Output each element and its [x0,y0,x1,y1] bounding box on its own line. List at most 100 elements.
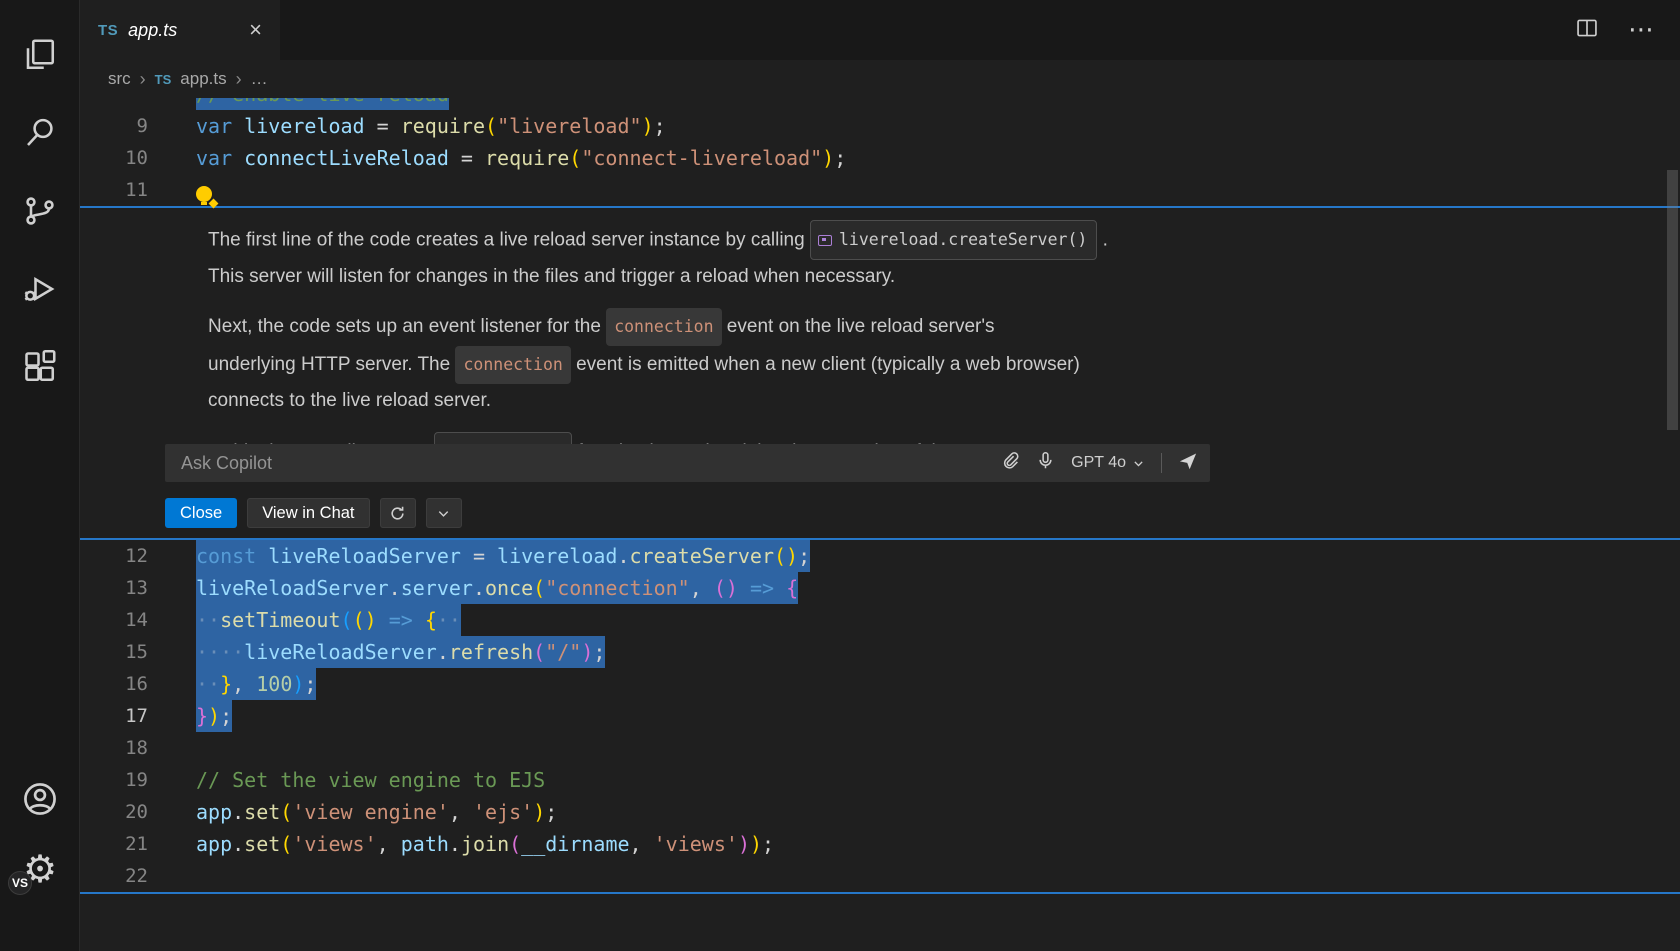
line-number[interactable]: 9 [80,110,148,142]
breadcrumb-src[interactable]: src [108,69,131,89]
code-line[interactable]: // enable live reload [80,98,1680,110]
breadcrumb-file[interactable]: app.ts [180,69,226,89]
tab-app-ts[interactable]: TS app.ts × [80,0,280,60]
breadcrumb-separator-icon: › [236,69,242,90]
attach-icon[interactable] [1001,451,1020,475]
line-number[interactable]: 17 [80,700,148,732]
close-button[interactable]: Close [165,498,237,528]
code-line[interactable]: 10 var connectLiveReload = require("conne… [80,142,1680,174]
code-lines-top: 9 var livereload = require("livereload");… [80,110,1680,206]
split-editor-icon[interactable] [1576,17,1598,44]
more-actions-icon[interactable]: ⋯ [1628,17,1654,43]
code-editor[interactable]: // enable live reload 9 var livereload = … [80,98,1680,951]
code-line[interactable]: 16 ··}, 100); [80,668,1680,700]
code-line[interactable]: 11 [80,174,1680,206]
code-lines-bottom: 12 const liveReloadServer = livereload.cr… [80,540,1680,892]
code-line[interactable]: 12 const liveReloadServer = livereload.cr… [80,540,1680,572]
copilot-response: The first line of the code creates a liv… [80,208,1680,444]
inline-chat-border [80,892,1680,894]
code-line[interactable]: 17}); [80,700,1680,732]
code-line[interactable]: 22 [80,860,1680,892]
tab-close-icon[interactable]: × [249,19,262,41]
inline-code-chip: connection [455,346,570,384]
explorer-icon[interactable] [0,16,80,94]
inline-code-chip: connection [606,308,721,346]
code-line[interactable]: 21 app.set('views', path.join(__dirname, … [80,828,1680,860]
tab-bar: TS app.ts × ⋯ [80,0,1680,60]
copilot-paragraph: Inside the event listener, a setTimeout … [208,432,1640,444]
vscode-window: ⚙ VS TS app.ts × ⋯ src › TS ap [0,0,1680,951]
code-text: ··}, 100); [196,668,316,700]
line-number[interactable]: 16 [80,668,148,700]
code-text: const liveReloadServer = livereload.crea… [196,540,810,572]
line-number[interactable]: 21 [80,828,148,860]
accounts-icon[interactable] [0,777,80,821]
code-line[interactable]: 14 ··setTimeout(() => {·· [80,604,1680,636]
line-number[interactable]: 14 [80,604,148,636]
chevron-down-icon [1132,457,1145,470]
copilot-inline-chat: The first line of the code creates a liv… [80,206,1680,540]
breadcrumb-separator-icon: › [140,69,146,90]
line-number[interactable]: 15 [80,636,148,668]
extensions-icon[interactable] [0,328,80,406]
more-options-button[interactable] [426,498,462,528]
copilot-actions: Close View in Chat [165,498,1680,528]
code-text [196,174,212,206]
regenerate-button[interactable] [380,498,416,528]
editor-group: TS app.ts × ⋯ src › TS app.ts › … // ena… [80,0,1680,951]
copilot-paragraph: The first line of the code creates a liv… [208,220,1640,294]
activity-bar: ⚙ VS [0,0,80,951]
symbol-link-chip[interactable]: livereload.createServer() [810,220,1097,260]
copilot-paragraph: Next, the code sets up an event listener… [208,308,1640,418]
code-line[interactable]: 19 // Set the view engine to EJS [80,764,1680,796]
code-line[interactable]: 15 ····liveReloadServer.refresh("/"); [80,636,1680,668]
code-line[interactable]: 13 liveReloadServer.server.once("connecti… [80,572,1680,604]
search-icon[interactable] [0,94,80,172]
code-text: // Set the view engine to EJS [196,764,545,796]
view-in-chat-button[interactable]: View in Chat [247,498,369,528]
divider [1161,453,1162,473]
microphone-icon[interactable] [1036,451,1055,475]
code-text: var livereload = require("livereload"); [196,110,666,142]
typescript-file-icon: TS [98,22,118,39]
line-number[interactable]: 18 [80,732,148,764]
symbol-link-chip[interactable]: setTimeout [434,432,572,444]
copilot-input[interactable] [179,452,985,475]
activity-bar-bottom: ⚙ VS [0,777,80,891]
line-number[interactable]: 13 [80,572,148,604]
manage-gear[interactable]: ⚙ VS [18,847,62,891]
copilot-lightbulb-icon[interactable] [196,186,212,202]
editor-actions: ⋯ [1576,0,1680,60]
line-number[interactable]: 22 [80,860,148,892]
breadcrumb-symbol[interactable]: … [251,69,268,89]
symbol-method-icon [818,235,832,246]
run-and-debug-icon[interactable] [0,250,80,328]
profile-badge[interactable]: VS [8,871,32,895]
source-control-icon[interactable] [0,172,80,250]
code-text: }); [196,700,232,732]
code-text: // enable live reload [196,98,449,110]
line-number[interactable]: 12 [80,540,148,572]
line-number[interactable]: 10 [80,142,148,174]
code-text: app.set('views', path.join(__dirname, 'v… [196,828,774,860]
model-label: GPT 4o [1071,454,1126,472]
code-text: ····liveReloadServer.refresh("/"); [196,636,605,668]
line-number[interactable]: 11 [80,174,148,206]
vertical-scrollbar[interactable] [1667,170,1678,430]
code-line[interactable]: 9 var livereload = require("livereload"); [80,110,1680,142]
code-line[interactable]: 20app.set('view engine', 'ejs'); [80,796,1680,828]
clipped-code-line: // enable live reload [80,98,1680,110]
copilot-input-row: GPT 4o [165,444,1210,482]
breadcrumb: src › TS app.ts › … [80,60,1680,98]
model-picker[interactable]: GPT 4o [1071,454,1145,472]
send-icon[interactable] [1178,451,1198,476]
input-actions: GPT 4o [1001,451,1198,476]
refresh-icon [389,505,406,522]
code-line[interactable]: 18 [80,732,1680,764]
line-number[interactable] [80,98,148,110]
line-number[interactable]: 19 [80,764,148,796]
line-number[interactable]: 20 [80,796,148,828]
code-text: var connectLiveReload = require("connect… [196,142,846,174]
code-text: ··setTimeout(() => {·· [196,604,461,636]
code-text: liveReloadServer.server.once("connection… [196,572,798,604]
